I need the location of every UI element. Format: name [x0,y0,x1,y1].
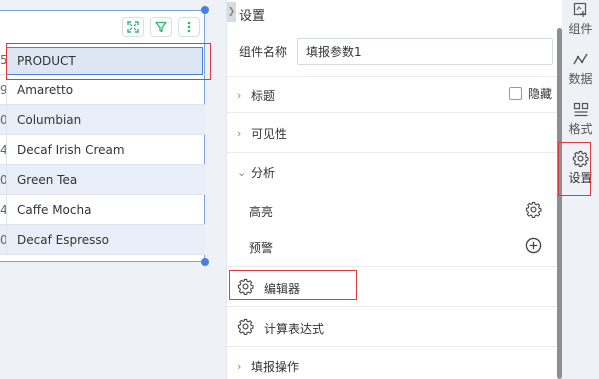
tab-data[interactable]: 数据 [562,52,599,87]
hide-title-toggle[interactable]: 隐藏 [508,85,552,102]
table-row[interactable]: 4 Decaf Irish Cream [0,135,205,165]
section-fill-action[interactable]: › 填报操作 [227,346,559,379]
section-visibility-label: 可见性 [251,127,288,141]
collapse-panel-button[interactable]: ❯ [227,2,236,22]
expand-icon [127,21,139,33]
table-cell[interactable]: Columbian [6,105,205,134]
chevron-right-icon: ❯ [227,7,236,17]
section-title-label: 标题 [251,89,276,103]
chevron-right-icon: › [237,127,242,140]
filter-button[interactable] [150,17,172,37]
chevron-right-icon: › [237,360,242,373]
section-analysis-header[interactable]: ⌄ 分析 [237,164,275,181]
hide-title-label: 隐藏 [527,87,552,101]
format-grid-icon [573,102,588,117]
table-cell[interactable]: Caffe Mocha [6,195,205,224]
tab-component[interactable]: 组件 [562,2,599,37]
chevron-down-icon: ⌄ [237,166,247,179]
section-analysis-label: 分析 [251,166,276,180]
table-row[interactable]: 0 Decaf Espresso [0,225,205,255]
section-expression-label: 计算表达式 [264,322,325,336]
tab-data-label: 数据 [568,72,593,86]
gear-icon[interactable] [525,201,542,218]
panel-title: 设置 [239,9,266,24]
tab-format[interactable]: 格式 [562,102,599,137]
table-cell[interactable]: Green Tea [6,165,205,194]
section-visibility[interactable]: › 可见性 [227,112,559,152]
table-row[interactable]: 0 Green Tea [0,165,205,195]
section-title-header[interactable]: › 标题 [237,87,275,104]
resize-handle-bottom-right[interactable] [201,258,209,266]
component-name-input[interactable] [297,38,553,65]
component-icon [573,2,586,17]
highlight-box-settings-tab [558,142,591,196]
table-row[interactable]: 4 Caffe Mocha [0,195,205,225]
resize-handle-top-right[interactable] [201,6,209,14]
gear-icon [237,318,254,335]
section-expression[interactable]: 计算表达式 [227,306,559,346]
tab-component-label: 组件 [568,22,593,36]
highlight-box-header [6,43,211,80]
more-button[interactable] [178,17,200,37]
table-row[interactable]: 0 Columbian [0,105,205,135]
section-fill-action-header[interactable]: › 填报操作 [237,358,299,375]
settings-panel: ❯ 设置 组件名称 › 标题 隐藏 › 可见性 ⌄ 分析 高亮 预警 [226,0,559,379]
expand-button[interactable] [122,17,144,37]
highlight-box-editor [229,270,357,300]
tab-format-label: 格式 [568,122,593,136]
line-chart-icon [572,53,588,65]
chevron-right-icon: › [237,89,242,102]
table-cell[interactable]: Decaf Irish Cream [6,135,205,164]
widget-toolbar [122,17,200,37]
component-name-row: 组件名称 [239,38,553,65]
highlight-item-label: 高亮 [249,205,274,219]
add-circle-icon[interactable] [525,237,542,254]
filter-icon [155,21,167,33]
section-visibility-header[interactable]: › 可见性 [237,125,287,142]
more-vertical-icon [187,21,191,33]
hide-title-checkbox[interactable] [508,87,522,100]
section-analysis[interactable]: ⌄ 分析 高亮 预警 [227,152,559,266]
alert-item-label: 预警 [249,241,274,255]
section-fill-action-label: 填报操作 [251,360,300,374]
component-name-label: 组件名称 [239,45,288,59]
report-canvas: 5 PRODUCT 9 Amaretto 0 Columbian 4 Decaf… [0,0,226,379]
table-cell[interactable]: Decaf Espresso [6,225,205,254]
